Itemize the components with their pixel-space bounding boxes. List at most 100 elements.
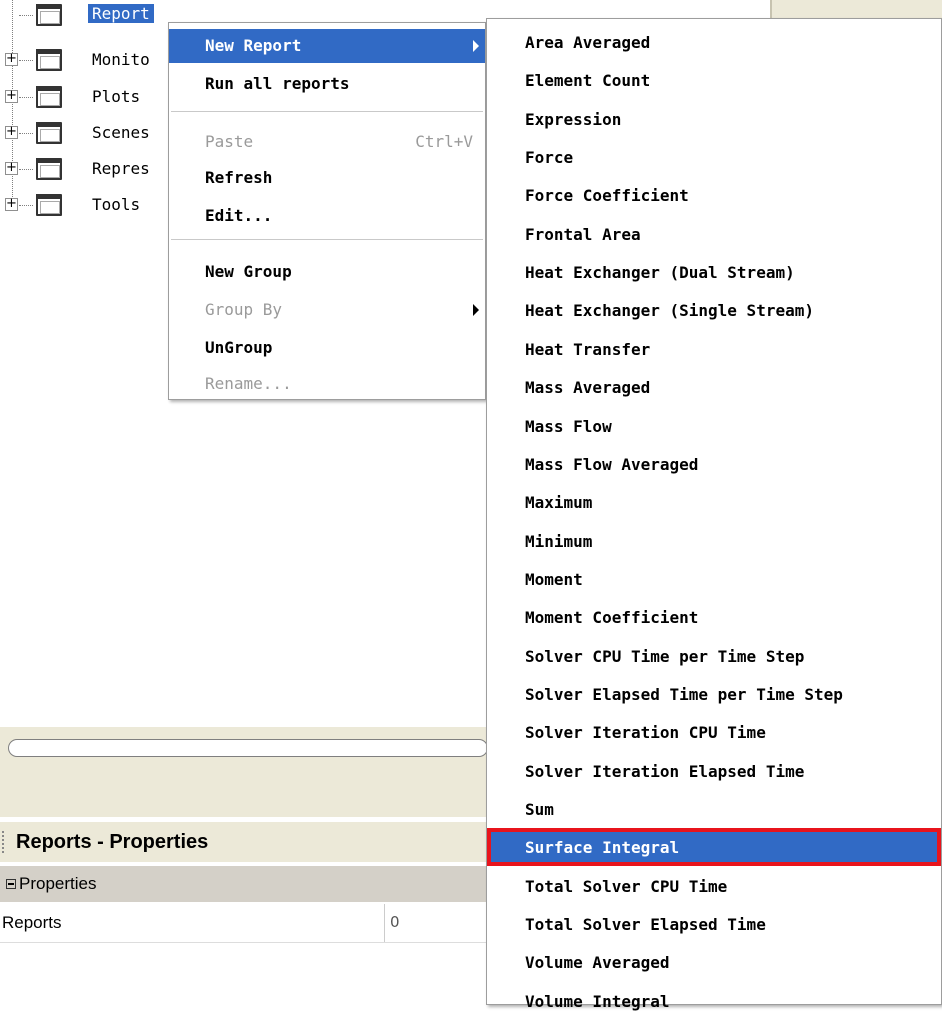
submenu-item-label: Volume Integral bbox=[525, 992, 670, 1011]
submenu-item-solver-elapsed-time-per-time-step[interactable]: Solver Elapsed Time per Time Step bbox=[487, 675, 941, 713]
submenu-item-label: Mass Flow bbox=[525, 417, 612, 436]
menu-item-paste[interactable]: Paste Ctrl+V bbox=[169, 125, 485, 159]
tree-item-label[interactable]: Plots bbox=[92, 87, 140, 106]
folder-icon bbox=[36, 194, 62, 216]
menu-item-label: Run all reports bbox=[205, 74, 350, 93]
menu-item-new-report[interactable]: New Report bbox=[169, 29, 485, 63]
submenu-item-sum[interactable]: Sum bbox=[487, 790, 941, 828]
properties-title-text: Reports - Properties bbox=[16, 830, 209, 853]
folder-icon bbox=[36, 86, 62, 108]
folder-icon bbox=[36, 122, 62, 144]
folder-icon bbox=[36, 4, 62, 26]
property-key: Reports bbox=[2, 913, 62, 932]
submenu-item-mass-flow-averaged[interactable]: Mass Flow Averaged bbox=[487, 445, 941, 483]
property-value[interactable]: 0 bbox=[390, 913, 400, 931]
collapse-minus-icon[interactable] bbox=[6, 879, 16, 889]
new-report-submenu: Area Averaged Element Count Expression Forc… bbox=[486, 18, 942, 1011]
submenu-item-label: Mass Flow Averaged bbox=[525, 455, 699, 474]
submenu-item-minimum[interactable]: Minimum bbox=[487, 522, 941, 560]
submenu-item-heat-exchanger-single-stream[interactable]: Heat Exchanger (Single Stream) bbox=[487, 291, 941, 329]
submenu-item-label: Surface Integral bbox=[525, 838, 680, 857]
menu-item-edit[interactable]: Edit... bbox=[169, 199, 485, 233]
submenu-arrow-icon bbox=[473, 40, 479, 52]
menu-item-refresh[interactable]: Refresh bbox=[169, 161, 485, 195]
submenu-item-label: Expression bbox=[525, 110, 622, 129]
submenu-item-label: Volume Averaged bbox=[525, 953, 670, 972]
menu-item-group-by[interactable]: Group By bbox=[169, 293, 485, 327]
property-row[interactable]: Reports 0 bbox=[0, 904, 490, 943]
submenu-item-heat-exchanger-dual-stream[interactable]: Heat Exchanger (Dual Stream) bbox=[487, 253, 941, 291]
properties-group-header[interactable]: Properties bbox=[0, 866, 490, 902]
submenu-item-label: Sum bbox=[525, 800, 554, 819]
submenu-item-label: Moment Coefficient bbox=[525, 608, 699, 627]
submenu-item-volume-integral[interactable]: Volume Integral bbox=[487, 982, 941, 1020]
submenu-item-mass-flow[interactable]: Mass Flow bbox=[487, 407, 941, 445]
menu-item-label: UnGroup bbox=[205, 338, 273, 357]
submenu-item-label: Maximum bbox=[525, 493, 593, 512]
horizontal-scrollbar[interactable] bbox=[8, 739, 488, 757]
menu-item-run-all-reports[interactable]: Run all reports bbox=[169, 67, 485, 101]
submenu-item-label: Solver Iteration Elapsed Time bbox=[525, 762, 805, 781]
menu-item-label: Edit... bbox=[205, 206, 273, 225]
expand-plus-icon[interactable]: + bbox=[5, 89, 18, 103]
submenu-item-label: Heat Exchanger (Dual Stream) bbox=[525, 263, 795, 282]
submenu-item-label: Element Count bbox=[525, 71, 651, 90]
menu-item-label: Paste bbox=[205, 132, 254, 151]
menu-separator bbox=[171, 111, 483, 112]
submenu-item-solver-cpu-time-per-time-step[interactable]: Solver CPU Time per Time Step bbox=[487, 637, 941, 675]
submenu-item-total-solver-cpu-time[interactable]: Total Solver CPU Time bbox=[487, 867, 941, 905]
submenu-item-force[interactable]: Force bbox=[487, 138, 941, 176]
submenu-item-heat-transfer[interactable]: Heat Transfer bbox=[487, 330, 941, 368]
expand-plus-icon[interactable]: + bbox=[5, 161, 18, 175]
menu-item-label: Refresh bbox=[205, 168, 273, 187]
menu-item-ungroup[interactable]: UnGroup bbox=[169, 331, 485, 365]
submenu-item-label: Force Coefficient bbox=[525, 186, 689, 205]
submenu-item-area-averaged[interactable]: Area Averaged bbox=[487, 23, 941, 61]
submenu-item-total-solver-elapsed-time[interactable]: Total Solver Elapsed Time bbox=[487, 905, 941, 943]
submenu-item-frontal-area[interactable]: Frontal Area bbox=[487, 215, 941, 253]
tree-item-label[interactable]: Tools bbox=[92, 195, 140, 214]
tree-scroll-area bbox=[0, 727, 490, 817]
submenu-item-label: Force bbox=[525, 148, 574, 167]
folder-icon bbox=[36, 158, 62, 180]
submenu-item-solver-iteration-elapsed-time[interactable]: Solver Iteration Elapsed Time bbox=[487, 752, 941, 790]
submenu-item-mass-averaged[interactable]: Mass Averaged bbox=[487, 368, 941, 406]
submenu-item-element-count[interactable]: Element Count bbox=[487, 61, 941, 99]
tree-item-label[interactable]: Report bbox=[88, 4, 154, 23]
submenu-item-label: Frontal Area bbox=[525, 225, 641, 244]
menu-separator bbox=[171, 239, 483, 240]
tree-item-label[interactable]: Repres bbox=[92, 159, 150, 178]
context-menu: New Report Run all reports Paste Ctrl+V … bbox=[168, 22, 486, 400]
submenu-item-expression[interactable]: Expression bbox=[487, 100, 941, 138]
properties-group-label: Properties bbox=[19, 874, 97, 893]
submenu-item-solver-iteration-cpu-time[interactable]: Solver Iteration CPU Time bbox=[487, 713, 941, 751]
submenu-item-label: Moment bbox=[525, 570, 583, 589]
submenu-item-moment[interactable]: Moment bbox=[487, 560, 941, 598]
expand-plus-icon[interactable]: + bbox=[5, 125, 18, 139]
submenu-item-maximum[interactable]: Maximum bbox=[487, 483, 941, 521]
menu-item-label: Rename... bbox=[205, 374, 292, 393]
tree-item-label[interactable]: Scenes bbox=[92, 123, 150, 142]
submenu-item-label: Heat Transfer bbox=[525, 340, 651, 359]
grip-icon[interactable] bbox=[2, 831, 10, 853]
submenu-item-volume-averaged[interactable]: Volume Averaged bbox=[487, 943, 941, 981]
column-divider bbox=[384, 904, 385, 942]
submenu-item-label: Total Solver Elapsed Time bbox=[525, 915, 766, 934]
expand-plus-icon[interactable]: + bbox=[5, 52, 18, 66]
tree-item-label[interactable]: Monito bbox=[92, 50, 150, 69]
submenu-item-label: Total Solver CPU Time bbox=[525, 877, 728, 896]
submenu-item-force-coefficient[interactable]: Force Coefficient bbox=[487, 176, 941, 214]
submenu-item-surface-integral[interactable]: Surface Integral bbox=[487, 828, 941, 866]
submenu-item-label: Mass Averaged bbox=[525, 378, 651, 397]
submenu-item-label: Solver Elapsed Time per Time Step bbox=[525, 685, 843, 704]
menu-item-rename[interactable]: Rename... bbox=[169, 367, 485, 401]
expand-plus-icon[interactable]: + bbox=[5, 197, 18, 211]
folder-icon bbox=[36, 49, 62, 71]
menu-item-label: New Report bbox=[205, 36, 302, 55]
submenu-item-label: Solver Iteration CPU Time bbox=[525, 723, 766, 742]
submenu-item-label: Heat Exchanger (Single Stream) bbox=[525, 301, 814, 320]
menu-item-new-group[interactable]: New Group bbox=[169, 255, 485, 289]
submenu-item-moment-coefficient[interactable]: Moment Coefficient bbox=[487, 598, 941, 636]
menu-item-label: New Group bbox=[205, 262, 292, 281]
properties-panel-title: Reports - Properties bbox=[0, 822, 490, 862]
